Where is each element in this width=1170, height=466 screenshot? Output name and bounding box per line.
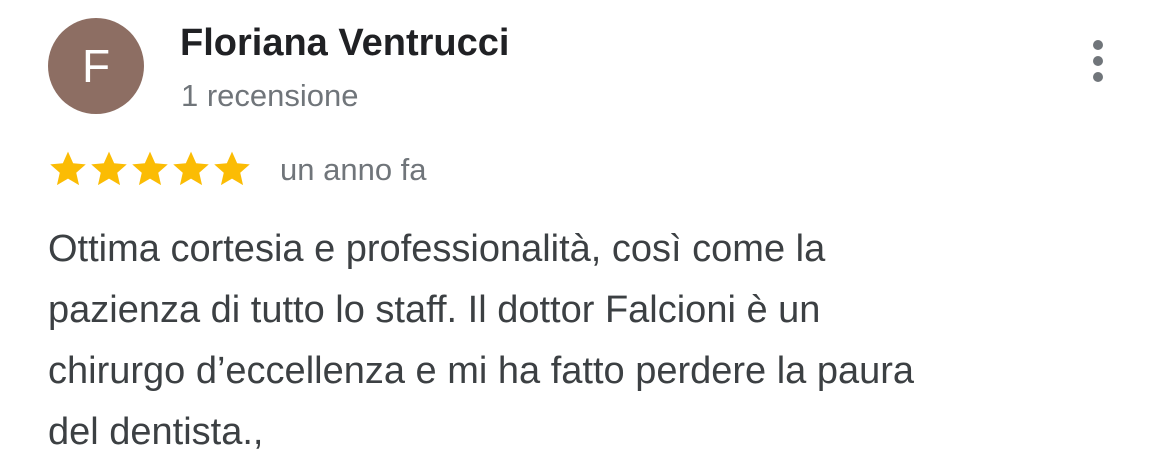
review-text-line: pazienza di tutto lo staff. Il dottor Fa… (48, 289, 821, 331)
review-text-line: del dentista., (48, 411, 264, 453)
review-count[interactable]: 1 recensione (181, 78, 359, 114)
review-date: un anno fa (280, 152, 427, 187)
avatar-initial: F (81, 40, 111, 92)
more-vert-icon (1093, 40, 1103, 50)
review-text-line: chirurgo d’eccellenza e mi ha fatto perd… (48, 350, 915, 392)
author-name[interactable]: Floriana Ventrucci (180, 22, 509, 65)
star-rating (48, 148, 253, 190)
star-icon (89, 149, 129, 189)
star-icon (171, 149, 211, 189)
more-vert-icon-dot (1093, 72, 1103, 82)
review-card: F Floriana Ventrucci 1 recensione un ann… (0, 0, 1170, 466)
star-icon (48, 149, 88, 189)
review-text: Ottima cortesia e professionalità, così … (48, 219, 1108, 463)
star-icon (130, 149, 170, 189)
more-vert-icon-dot (1093, 56, 1103, 66)
more-options-button[interactable] (1080, 36, 1116, 86)
star-icon (212, 149, 252, 189)
avatar[interactable]: F (48, 18, 144, 114)
review-text-line: Ottima cortesia e professionalità, così … (48, 228, 826, 270)
